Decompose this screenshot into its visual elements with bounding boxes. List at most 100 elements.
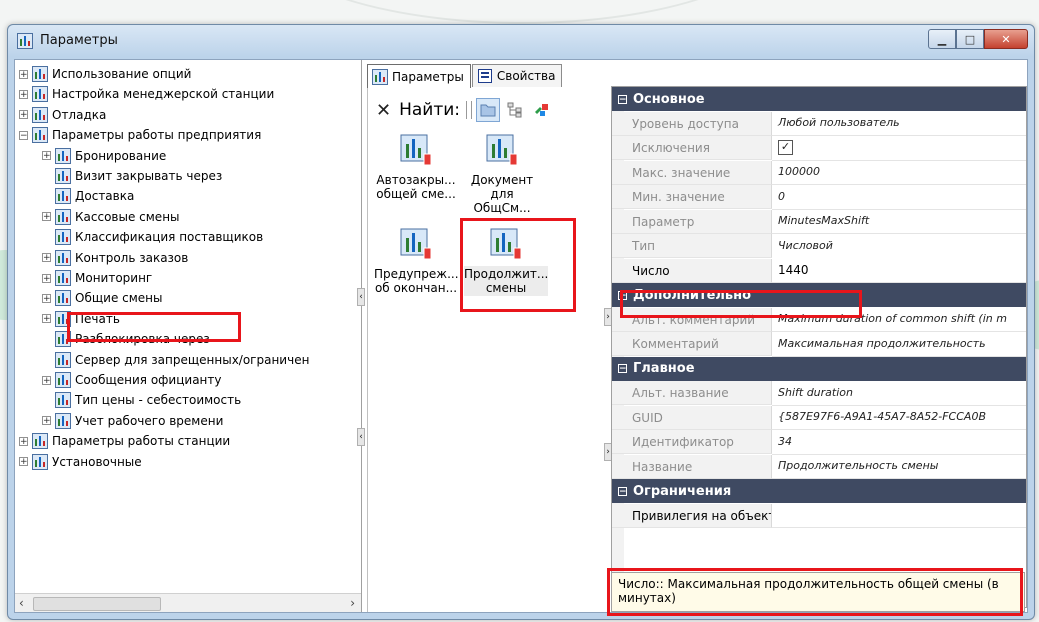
tree-item[interactable]: + Параметры работы станции — [19, 431, 230, 451]
parameter-item[interactable]: Предупреж... об окончан... — [374, 228, 459, 296]
property-row[interactable]: Тип Числовой — [612, 234, 1026, 259]
scroll-left-icon[interactable]: ‹ — [19, 596, 24, 610]
property-grid[interactable]: − Основное Уровень доступа Любой пользова… — [611, 86, 1027, 608]
minimize-button[interactable]: ▁ — [928, 29, 956, 49]
property-value-text: MinutesMaxShift — [778, 214, 870, 227]
tab-parameters[interactable]: Параметры — [367, 64, 471, 88]
tree-item[interactable]: Сервер для запрещенных/ограничен — [42, 350, 309, 370]
tree-horizontal-scrollbar[interactable]: ‹ › — [15, 593, 361, 612]
parameter-item[interactable]: Документ для ОбщСм... — [460, 134, 544, 216]
tree-item-label: Классификация поставщиков — [75, 230, 264, 245]
close-window-button[interactable]: ✕ — [984, 29, 1028, 49]
property-row[interactable]: Идентификатор 34 — [612, 430, 1026, 455]
tree-item[interactable]: + Использование опций — [19, 64, 191, 84]
property-row[interactable]: Макс. значение 100000 — [612, 160, 1026, 185]
expand-icon[interactable]: + — [42, 253, 51, 263]
maximize-icon: □ — [964, 32, 976, 46]
expand-icon[interactable]: + — [19, 89, 28, 99]
property-row[interactable]: GUID {587E97F6-A9A1-45A7-8A52-FCCA0B — [612, 405, 1026, 430]
category-general[interactable]: − Главное — [612, 356, 1026, 381]
expand-icon[interactable]: + — [42, 416, 51, 426]
tree-item[interactable]: − Параметры работы предприятия — [19, 125, 261, 145]
exceptions-checkbox[interactable]: ✓ — [778, 140, 793, 155]
collapse-left-arrow[interactable]: ‹ — [357, 288, 365, 306]
property-name: GUID — [612, 405, 772, 430]
category-limits[interactable]: − Ограничения — [612, 479, 1026, 503]
folder-view-button[interactable] — [476, 98, 501, 122]
tab-properties[interactable]: Свойства — [471, 64, 563, 87]
property-name: Привилегия на объект — [612, 503, 772, 528]
tree-item[interactable]: Классификация поставщиков — [42, 227, 263, 247]
property-value[interactable]: 1440 — [772, 258, 1026, 283]
property-value-text: Числовой — [778, 238, 833, 252]
maximize-button[interactable]: □ — [956, 29, 984, 49]
category-label: Основное — [633, 91, 705, 107]
property-row[interactable]: Альт. название Shift duration — [612, 381, 1026, 406]
title-bar[interactable]: Параметры ▁ □ ✕ — [8, 25, 1034, 57]
find-input[interactable] — [466, 101, 473, 119]
tree-item-label: Параметры работы станции — [52, 434, 231, 449]
tree-item-label: Кассовые смены — [75, 209, 180, 224]
property-row[interactable]: Название Продолжительность смены — [612, 454, 1026, 479]
tree-item[interactable]: + Сообщения официанту — [42, 370, 221, 390]
collapse-category-icon[interactable]: − — [618, 94, 627, 104]
expand-icon[interactable]: + — [19, 436, 28, 446]
tree-item[interactable]: + Кассовые смены — [42, 207, 180, 227]
expand-icon[interactable]: + — [19, 457, 28, 467]
property-row[interactable]: Число 1440 — [612, 258, 1026, 283]
tree-item-label: Общие смены — [75, 291, 163, 306]
expand-icon[interactable]: + — [42, 314, 51, 324]
collapse-category-icon[interactable]: − — [618, 486, 627, 496]
highlight-selected-item — [460, 218, 576, 312]
property-row[interactable]: Исключения ✓ — [612, 136, 1026, 161]
category-main[interactable]: − Основное — [612, 87, 1026, 111]
tree-item[interactable]: + Контроль заказов — [42, 248, 188, 268]
tree-item[interactable]: + Настройка менеджерской станции — [19, 84, 274, 104]
tree-item[interactable]: + Установочные — [19, 452, 142, 472]
property-value: MinutesMaxShift — [772, 209, 1026, 234]
property-value-text: Shift duration — [778, 385, 853, 399]
scroll-right-icon[interactable]: › — [350, 596, 355, 610]
window-client-area: + Использование опций + Настройка менедже… — [14, 59, 1028, 616]
property-value-text: 100000 — [778, 165, 820, 178]
property-row[interactable]: Комментарий Максимальная продолжительнос… — [612, 332, 1026, 357]
expand-icon[interactable]: + — [42, 273, 51, 283]
expand-icon[interactable]: + — [42, 293, 51, 303]
property-name: Альт. название — [612, 381, 772, 405]
expand-icon[interactable]: + — [42, 151, 51, 161]
tree-item[interactable]: + Учет рабочего времени — [42, 411, 223, 431]
tree-item[interactable]: Визит закрывать через — [42, 166, 222, 186]
tree-item-label: Установочные — [52, 454, 142, 469]
property-value-text: 1440 — [778, 263, 809, 277]
expand-icon[interactable]: + — [19, 110, 28, 120]
property-value: 0 — [772, 185, 1026, 210]
expand-icon[interactable]: + — [42, 375, 51, 385]
expand-icon[interactable]: + — [42, 212, 51, 222]
expand-icon[interactable]: + — [19, 69, 28, 79]
property-row[interactable]: Привилегия на объект — [612, 503, 1026, 528]
tree-item[interactable]: Тип цены - себестоимость — [42, 390, 241, 410]
property-name: Уровень доступа — [612, 111, 772, 136]
close-find-button[interactable]: ✕ — [376, 100, 391, 121]
collapse-left-arrow-2[interactable]: ‹ — [357, 428, 365, 446]
parameter-folder-icon — [55, 229, 71, 246]
tree-item[interactable]: + Бронирование — [42, 146, 166, 166]
property-value: ✓ — [772, 136, 1026, 161]
property-row[interactable]: Уровень доступа Любой пользователь — [612, 111, 1026, 136]
hierarchy-view-button[interactable] — [504, 99, 526, 121]
tree-item[interactable]: + Отладка — [19, 105, 106, 125]
parameter-folder-icon — [55, 372, 71, 388]
collapse-category-icon[interactable]: − — [618, 364, 627, 374]
property-row[interactable]: Параметр MinutesMaxShift — [612, 209, 1026, 234]
property-value[interactable] — [772, 503, 1026, 528]
tree-item-label: Бронирование — [75, 148, 167, 163]
tree-item[interactable]: + Мониторинг — [42, 268, 152, 288]
tree-item[interactable]: Доставка — [42, 186, 134, 206]
scrollbar-thumb[interactable] — [33, 597, 161, 611]
add-item-button[interactable] — [530, 99, 552, 121]
parameter-item[interactable]: Автозакры... общей сме... — [374, 134, 458, 202]
property-row[interactable]: Мин. значение 0 — [612, 185, 1026, 210]
parameter-item-icon — [400, 134, 432, 166]
collapse-icon[interactable]: − — [19, 130, 28, 140]
tree-item[interactable]: + Общие смены — [42, 288, 163, 308]
